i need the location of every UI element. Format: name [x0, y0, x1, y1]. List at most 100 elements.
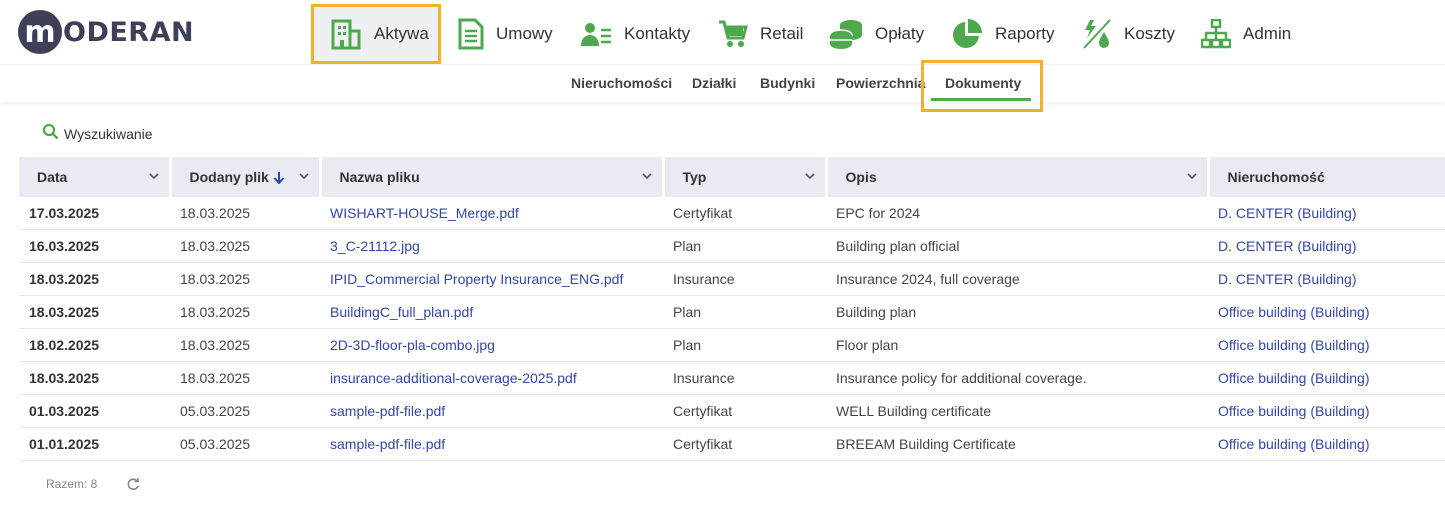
- nav-item-oplaty[interactable]: Opłaty: [829, 5, 924, 63]
- document-icon: [458, 18, 484, 50]
- nav-label: Kontakty: [624, 24, 691, 43]
- cell-description: WELL Building certificate: [826, 394, 1208, 428]
- cell-data: 01.01.2025: [19, 427, 170, 461]
- table-row[interactable]: 01.03.2025 05.03.2025 sample-pdf-file.pd…: [19, 394, 1445, 428]
- nav-label: Admin: [1243, 24, 1292, 43]
- property-link[interactable]: Office building (Building): [1208, 328, 1445, 362]
- file-name-link[interactable]: insurance-additional-coverage-2025.pdf: [320, 361, 663, 395]
- property-link[interactable]: D. CENTER (Building): [1208, 229, 1445, 263]
- cell-type: Insurance: [663, 361, 826, 395]
- sub-navigation: Nieruchomości Działki Budynki Powierzchn…: [0, 64, 1445, 102]
- chevron-down-icon[interactable]: [298, 169, 310, 185]
- moderan-logo[interactable]: m ODERAN: [18, 10, 194, 54]
- column-header-typ[interactable]: Typ: [663, 157, 828, 197]
- property-link[interactable]: Office building (Building): [1208, 427, 1445, 461]
- active-subnav-underline: [931, 98, 1031, 101]
- search-toggle[interactable]: Wyszukiwanie: [42, 123, 153, 145]
- chevron-down-icon[interactable]: [804, 169, 816, 185]
- refresh-icon[interactable]: [126, 477, 140, 496]
- nav-item-koszty[interactable]: Koszty: [1082, 5, 1175, 63]
- nav-label: Opłaty: [875, 24, 925, 43]
- chevron-down-icon[interactable]: [1186, 169, 1198, 185]
- table-row[interactable]: 18.03.2025 18.03.2025 IPID_Commercial Pr…: [19, 262, 1445, 296]
- file-name-link[interactable]: 2D-3D-floor-pla-combo.jpg: [320, 328, 663, 362]
- table-row[interactable]: 16.03.2025 18.03.2025 3_C-21112.jpg Plan…: [19, 229, 1445, 263]
- building-icon: [330, 18, 362, 50]
- sort-desc-arrow-icon: [273, 169, 285, 185]
- nav-label: Retail: [760, 24, 804, 43]
- table-row[interactable]: 17.03.2025 18.03.2025 WISHART-HOUSE_Merg…: [19, 197, 1445, 230]
- cell-added-date: 05.03.2025: [170, 394, 320, 428]
- subnav-item-powierzchnia[interactable]: Powierzchnia: [836, 75, 925, 91]
- table-row[interactable]: 18.02.2025 18.03.2025 2D-3D-floor-pla-co…: [19, 328, 1445, 362]
- column-header-opis[interactable]: Opis: [826, 157, 1210, 197]
- cell-type: Certyfikat: [663, 394, 826, 428]
- total-count: Razem: 8: [46, 477, 98, 491]
- nav-item-umowy[interactable]: Umowy: [458, 5, 553, 63]
- cart-icon: [718, 19, 748, 49]
- nav-item-admin[interactable]: Admin: [1201, 5, 1291, 63]
- nav-label: Aktywa: [374, 24, 429, 43]
- sitemap-icon: [1201, 19, 1231, 49]
- nav-label: Koszty: [1124, 24, 1176, 43]
- cell-type: Plan: [663, 328, 826, 362]
- nav-label: Raporty: [995, 24, 1055, 43]
- column-header-label: Typ: [682, 169, 707, 185]
- cell-description: EPC for 2024: [826, 197, 1208, 230]
- property-link[interactable]: Office building (Building): [1208, 394, 1445, 428]
- table-row[interactable]: 01.01.2025 05.03.2025 sample-pdf-file.pd…: [19, 427, 1445, 461]
- table-header-row: Data Dodany plik Nazwa pliku Typ Opis Ni…: [19, 157, 1445, 197]
- cell-description: BREEAM Building Certificate: [826, 427, 1208, 461]
- table-row[interactable]: 18.03.2025 18.03.2025 BuildingC_full_pla…: [19, 295, 1445, 329]
- column-header-nazwa-pliku[interactable]: Nazwa pliku: [320, 157, 665, 197]
- column-header-nieruchomosc[interactable]: Nieruchomość: [1208, 157, 1445, 197]
- contacts-icon: [580, 20, 612, 48]
- nav-item-retail[interactable]: Retail: [718, 5, 803, 63]
- cell-data: 18.02.2025: [19, 328, 170, 362]
- cell-data: 17.03.2025: [19, 197, 170, 230]
- cell-description: Insurance 2024, full coverage: [826, 262, 1208, 296]
- cell-data: 16.03.2025: [19, 229, 170, 263]
- file-name-link[interactable]: IPID_Commercial Property Insurance_ENG.p…: [320, 262, 663, 296]
- chevron-down-icon[interactable]: [641, 169, 653, 185]
- cell-added-date: 18.03.2025: [170, 197, 320, 230]
- table-row[interactable]: 18.03.2025 18.03.2025 insurance-addition…: [19, 361, 1445, 395]
- cell-added-date: 05.03.2025: [170, 427, 320, 461]
- file-name-link[interactable]: 3_C-21112.jpg: [320, 229, 663, 263]
- logo-badge: m: [18, 10, 62, 54]
- subnav-item-dzialki[interactable]: Działki: [692, 75, 736, 91]
- cell-type: Plan: [663, 229, 826, 263]
- cell-data: 18.03.2025: [19, 295, 170, 329]
- subnav-item-budynki[interactable]: Budynki: [760, 75, 815, 91]
- search-label: Wyszukiwanie: [64, 126, 153, 142]
- property-link[interactable]: D. CENTER (Building): [1208, 197, 1445, 230]
- cell-description: Building plan: [826, 295, 1208, 329]
- cell-added-date: 18.03.2025: [170, 295, 320, 329]
- subnav-item-nieruchomosci[interactable]: Nieruchomości: [571, 75, 672, 91]
- cell-type: Plan: [663, 295, 826, 329]
- coins-icon: [829, 18, 863, 50]
- cell-added-date: 18.03.2025: [170, 361, 320, 395]
- property-link[interactable]: Office building (Building): [1208, 295, 1445, 329]
- cell-added-date: 18.03.2025: [170, 328, 320, 362]
- nav-item-aktywa[interactable]: Aktywa: [311, 4, 441, 64]
- search-icon: [42, 123, 59, 145]
- file-name-link[interactable]: sample-pdf-file.pdf: [320, 427, 663, 461]
- nav-item-raporty[interactable]: Raporty: [951, 5, 1055, 63]
- property-link[interactable]: Office building (Building): [1208, 361, 1445, 395]
- file-name-link[interactable]: BuildingC_full_plan.pdf: [320, 295, 663, 329]
- documents-table: Data Dodany plik Nazwa pliku Typ Opis Ni…: [19, 157, 1445, 461]
- file-name-link[interactable]: WISHART-HOUSE_Merge.pdf: [320, 197, 663, 230]
- property-link[interactable]: D. CENTER (Building): [1208, 262, 1445, 296]
- column-header-dodany-plik[interactable]: Dodany plik: [170, 157, 322, 197]
- chevron-down-icon[interactable]: [148, 169, 160, 185]
- column-header-data[interactable]: Data: [19, 157, 172, 197]
- file-name-link[interactable]: sample-pdf-file.pdf: [320, 394, 663, 428]
- cell-data: 18.03.2025: [19, 262, 170, 296]
- active-subnav-highlight: [921, 60, 1043, 112]
- column-header-label: Opis: [845, 169, 877, 185]
- utility-icon: [1082, 18, 1112, 50]
- cell-description: Building plan official: [826, 229, 1208, 263]
- nav-item-kontakty[interactable]: Kontakty: [580, 5, 690, 63]
- cell-type: Certyfikat: [663, 427, 826, 461]
